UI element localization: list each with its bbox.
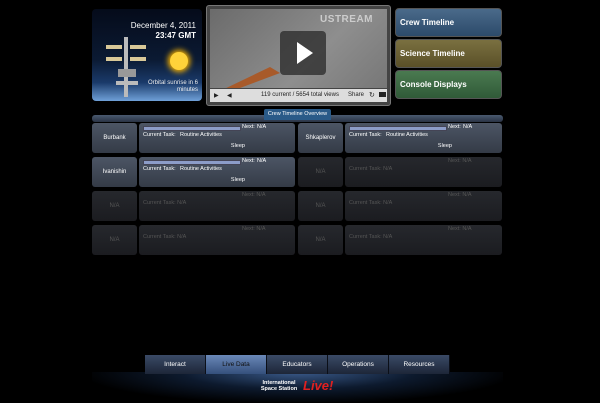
play-button[interactable] <box>280 31 326 75</box>
crew-name: Ivanishin <box>92 157 137 187</box>
crew-card[interactable]: Next: N/A Current Task: Routine Activiti… <box>345 123 502 153</box>
next-value: N/A <box>463 124 473 130</box>
next-label: Next: N/A <box>448 226 472 232</box>
crew-card: Next: N/A Current Task: N/A <box>139 191 295 221</box>
logo-line-2: Space Station <box>260 386 298 392</box>
tab-crew-timeline-overview[interactable]: Crew Timeline Overview <box>264 109 331 120</box>
current-task-label: Current Task: N/A <box>349 166 393 172</box>
progress-bar <box>143 126 241 131</box>
tab-console-displays[interactable]: Console Displays <box>395 70 502 99</box>
current-task-value: Routine Activities <box>180 132 222 138</box>
nav-operations[interactable]: Operations <box>328 355 389 374</box>
nav-live-data[interactable]: Live Data <box>206 355 267 374</box>
crew-name: N/A <box>298 225 343 255</box>
next-label: Next: <box>242 158 255 164</box>
play-small-icon[interactable]: ▶ <box>214 92 219 99</box>
progress-bar <box>143 160 241 165</box>
orbital-status-text: Orbital sunrise in 6 minutes <box>147 80 198 93</box>
play-icon <box>297 42 313 64</box>
nav-resources[interactable]: Resources <box>389 355 450 374</box>
ustream-logo: USTREAM <box>320 14 373 25</box>
fullscreen-icon[interactable] <box>379 92 386 97</box>
nav-interact[interactable]: Interact <box>145 355 206 374</box>
tab-crew-timeline[interactable]: Crew Timeline <box>395 8 502 37</box>
crew-name: N/A <box>92 191 137 221</box>
next-label: Next: N/A <box>242 226 266 232</box>
next-label: Next: <box>242 124 255 130</box>
crew-status: Sleep <box>230 177 245 183</box>
crew-card[interactable]: Next: N/A Current Task: Routine Activiti… <box>139 157 295 187</box>
hero-panel: December 4, 2011 23:47 GMT Orbital sunri… <box>92 9 202 101</box>
crew-card: Next: N/A Current Task: N/A <box>345 191 502 221</box>
crew-name: N/A <box>298 191 343 221</box>
next-value: N/A <box>257 124 267 130</box>
next-label: Next: N/A <box>448 192 472 198</box>
progress-bar <box>349 126 447 131</box>
video-player[interactable]: USTREAM ▶ ◀ 119 current / 5654 total vie… <box>206 5 391 106</box>
crew-status: Sleep <box>230 143 245 149</box>
current-task-label: Current Task: N/A <box>349 200 393 206</box>
crew-name: N/A <box>92 225 137 255</box>
current-task-label: Current Task: N/A <box>349 234 393 240</box>
current-task-label: Current Task: N/A <box>143 200 187 206</box>
live-logo: Live! <box>303 378 334 393</box>
crew-card: Next: N/A Current Task: N/A <box>345 225 502 255</box>
space-station-icon <box>106 37 146 97</box>
next-label: Next: N/A <box>448 158 472 164</box>
current-task-label: Current Task: N/A <box>143 234 187 240</box>
date-text: December 4, 2011 <box>130 21 196 30</box>
current-task-label: Current Task: <box>143 132 176 138</box>
crew-name: Shkaplerov <box>298 123 343 153</box>
current-task-value: Routine Activities <box>386 132 428 138</box>
view-count: 119 current / 5654 total views <box>261 92 339 98</box>
next-label: Next: N/A <box>242 192 266 198</box>
crew-name: N/A <box>298 157 343 187</box>
crew-status: Sleep <box>437 143 452 149</box>
nav-educators[interactable]: Educators <box>267 355 328 374</box>
tab-science-timeline[interactable]: Science Timeline <box>395 39 502 68</box>
bottom-nav: Interact Live Data Educators Operations … <box>145 355 450 374</box>
sun-icon <box>170 52 188 70</box>
current-task-value: Routine Activities <box>180 166 222 172</box>
next-label: Next: <box>448 124 461 130</box>
current-task-label: Current Task: <box>143 166 176 172</box>
crew-card: Next: N/A Current Task: N/A <box>345 157 502 187</box>
share-button[interactable]: Share <box>348 92 364 98</box>
video-controls: ▶ ◀ 119 current / 5654 total views Share… <box>210 89 387 102</box>
crew-card[interactable]: Next: N/A Current Task: Routine Activiti… <box>139 123 295 153</box>
time-text: 23:47 GMT <box>155 31 196 40</box>
volume-icon[interactable]: ◀ <box>227 92 232 99</box>
video-screen[interactable]: USTREAM <box>210 9 387 88</box>
iss-logo-text: International Space Station <box>255 380 303 392</box>
refresh-icon[interactable]: ↻ <box>369 91 375 99</box>
current-task-label: Current Task: <box>349 132 382 138</box>
crew-name: Burbank <box>92 123 137 153</box>
next-value: N/A <box>257 158 267 164</box>
crew-card: Next: N/A Current Task: N/A <box>139 225 295 255</box>
